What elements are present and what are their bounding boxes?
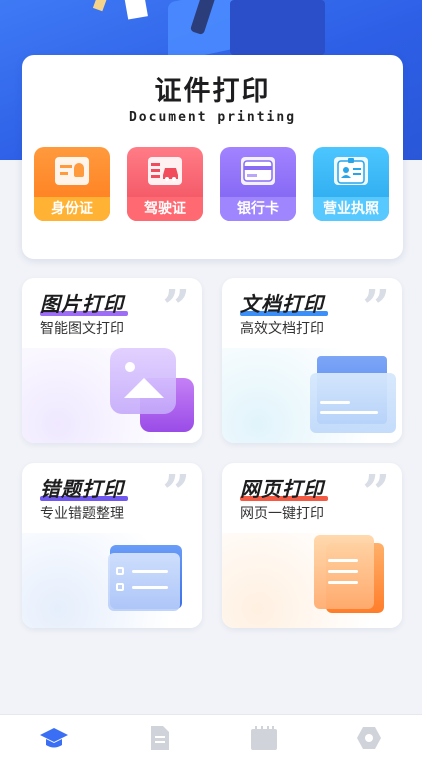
hexagon-settings-icon xyxy=(357,727,381,749)
id-card-button[interactable]: 身份证 xyxy=(34,147,110,221)
webpage-icon xyxy=(314,535,374,609)
webpage-print-card[interactable]: 网页打印 网页一键打印 ” xyxy=(222,463,402,628)
image-print-card[interactable]: 图片打印 智能图文打印 ” xyxy=(22,278,202,443)
mistake-print-desc: 专业错题整理 xyxy=(40,506,124,522)
business-license-button[interactable]: 营业执照 xyxy=(313,147,389,221)
tab-home[interactable] xyxy=(36,723,72,753)
driver-license-button[interactable]: 驾驶证 xyxy=(127,147,203,221)
id-card-label: 身份证 xyxy=(34,197,110,221)
bank-card-button[interactable]: 银行卡 xyxy=(220,147,296,221)
driver-license-label: 驾驶证 xyxy=(127,197,203,221)
document-icon xyxy=(151,726,169,750)
tab-calendar[interactable] xyxy=(246,723,282,753)
image-print-title: 图片打印 xyxy=(40,292,124,316)
quote-mark-icon: ” xyxy=(362,280,390,336)
document-print-title: 证件打印 xyxy=(154,76,271,107)
mistake-print-title: 错题打印 xyxy=(40,477,124,501)
document-print-card: 证件打印 Document printing 身份证 驾驶证 银行卡 营业执照 xyxy=(22,55,403,259)
clipboard-icon xyxy=(108,553,180,611)
document-print-feature-desc: 高效文档打印 xyxy=(240,321,324,337)
document-print-subtitle: Document printing xyxy=(128,110,297,125)
document-print-card-feature[interactable]: 文档打印 高效文档打印 ” xyxy=(222,278,402,443)
business-license-icon xyxy=(334,157,368,185)
quote-mark-icon: ” xyxy=(162,465,190,521)
webpage-print-desc: 网页一键打印 xyxy=(240,506,324,522)
banner-paper-decoration xyxy=(92,0,108,12)
tab-settings[interactable] xyxy=(351,723,387,753)
business-license-label: 营业执照 xyxy=(313,197,389,221)
quote-mark-icon: ” xyxy=(362,465,390,521)
bank-card-label: 银行卡 xyxy=(220,197,296,221)
car-icon xyxy=(148,157,182,185)
image-print-desc: 智能图文打印 xyxy=(40,321,124,337)
image-icon xyxy=(110,348,176,414)
id-card-icon xyxy=(55,157,89,185)
calendar-icon xyxy=(251,726,277,750)
document-type-list: 身份证 驾驶证 银行卡 营业执照 xyxy=(34,147,390,221)
document-print-feature-title: 文档打印 xyxy=(240,292,324,316)
webpage-print-title: 网页打印 xyxy=(240,477,324,501)
banner-document-decoration xyxy=(124,0,148,20)
bank-card-icon xyxy=(241,157,275,185)
quote-mark-icon: ” xyxy=(162,280,190,336)
graduation-cap-icon xyxy=(40,728,68,748)
bottom-tab-bar xyxy=(0,714,422,757)
tab-documents[interactable] xyxy=(142,723,178,753)
banner-desk-illustration xyxy=(230,0,325,55)
mistake-print-card[interactable]: 错题打印 专业错题整理 ” xyxy=(22,463,202,628)
folder-icon xyxy=(310,373,396,433)
